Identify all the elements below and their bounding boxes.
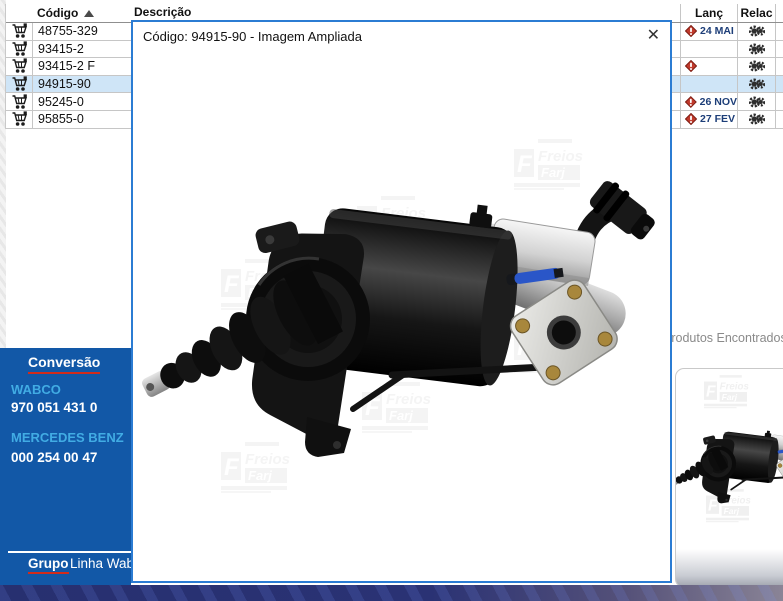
codigo-cell: 94915-90 [33,77,132,91]
divider [8,551,131,553]
column-header-lanc[interactable]: Lanç [681,4,738,22]
codigo-header-label: Código [37,6,78,20]
related-parts-gears-icon[interactable] [749,112,765,126]
alert-diamond-icon [685,113,697,125]
related-parts-gears-icon[interactable] [749,59,765,73]
codigo-cell: 48755-329 [33,24,132,38]
codigo-cell: 95245-0 [33,95,132,109]
modal-title: Código: 94915-90 - Imagem Ampliada [143,29,362,44]
add-to-cart-icon[interactable] [6,76,33,93]
product-table-left: Código 48755-329 93415-2 93415-2 F 94915… [5,4,132,129]
footer-decorative-bar [0,585,783,601]
sort-ascending-icon [84,10,94,17]
image-modal: Código: 94915-90 - Imagem Ampliada ✕ [131,20,672,583]
product-table-right: Lanç Relac 24 MAI 26 NOV [672,4,783,129]
related-parts-gears-icon[interactable] [749,24,765,38]
related-parts-gears-icon[interactable] [749,42,765,56]
table-row[interactable]: 27 FEV [672,111,783,129]
lanc-date: 26 NOV [700,96,737,108]
conversion-title: Conversão [28,354,100,374]
column-header-codigo[interactable]: Código [6,6,94,20]
table-row[interactable] [672,58,783,76]
codigo-cell: 93415-2 F [33,59,132,73]
lanc-date: 24 MAI [700,25,734,37]
table-row[interactable]: 95245-0 [6,93,132,111]
table-row-selected[interactable] [672,76,783,94]
table-row[interactable]: 26 NOV [672,93,783,111]
alert-diamond-icon [685,25,697,37]
product-thumbnail-panel[interactable] [675,368,783,588]
conversion-brand: WABCO [11,382,61,397]
add-to-cart-icon[interactable] [6,111,33,128]
table-row[interactable]: 93415-2 F [6,58,132,76]
conversion-code: 970 051 431 0 [11,400,97,415]
alert-diamond-icon [685,60,697,72]
codigo-cell: 93415-2 [33,42,132,56]
table-row[interactable]: 93415-2 [6,41,132,59]
add-to-cart-icon[interactable] [6,93,33,110]
related-parts-gears-icon[interactable] [749,77,765,91]
add-to-cart-icon[interactable] [6,41,33,58]
conversion-brand: MERCEDES BENZ [11,430,124,445]
results-count-label: Produtos Encontrados [663,331,783,345]
column-header-relac[interactable]: Relac [738,4,776,22]
alert-diamond-icon [685,96,697,108]
conversion-code: 000 254 00 47 [11,450,97,465]
add-to-cart-icon[interactable] [6,58,33,75]
table-row[interactable] [672,41,783,59]
app-window: { "table": { "header": { "codigo": "Códi… [0,0,783,601]
table-row[interactable]: 48755-329 [6,23,132,41]
add-to-cart-icon[interactable] [6,23,33,40]
table-header-row: Código [6,4,132,23]
table-row-selected[interactable]: 94915-90 [6,76,132,94]
close-icon[interactable]: ✕ [647,26,660,46]
related-parts-gears-icon[interactable] [749,95,765,109]
product-enlarged-image [141,67,661,487]
table-header-row: Lanç Relac [672,4,783,23]
group-label: Grupo [28,556,69,574]
column-header-descricao[interactable]: Descrição [134,5,191,19]
table-row[interactable]: 95855-0 [6,111,132,129]
conversion-panel: Conversão WABCO 970 051 431 0 MERCEDES B… [0,348,131,585]
table-row[interactable]: 24 MAI [672,23,783,41]
lanc-date: 27 FEV [700,113,735,125]
product-thumbnail-image[interactable] [675,391,783,512]
codigo-cell: 95855-0 [33,112,132,126]
